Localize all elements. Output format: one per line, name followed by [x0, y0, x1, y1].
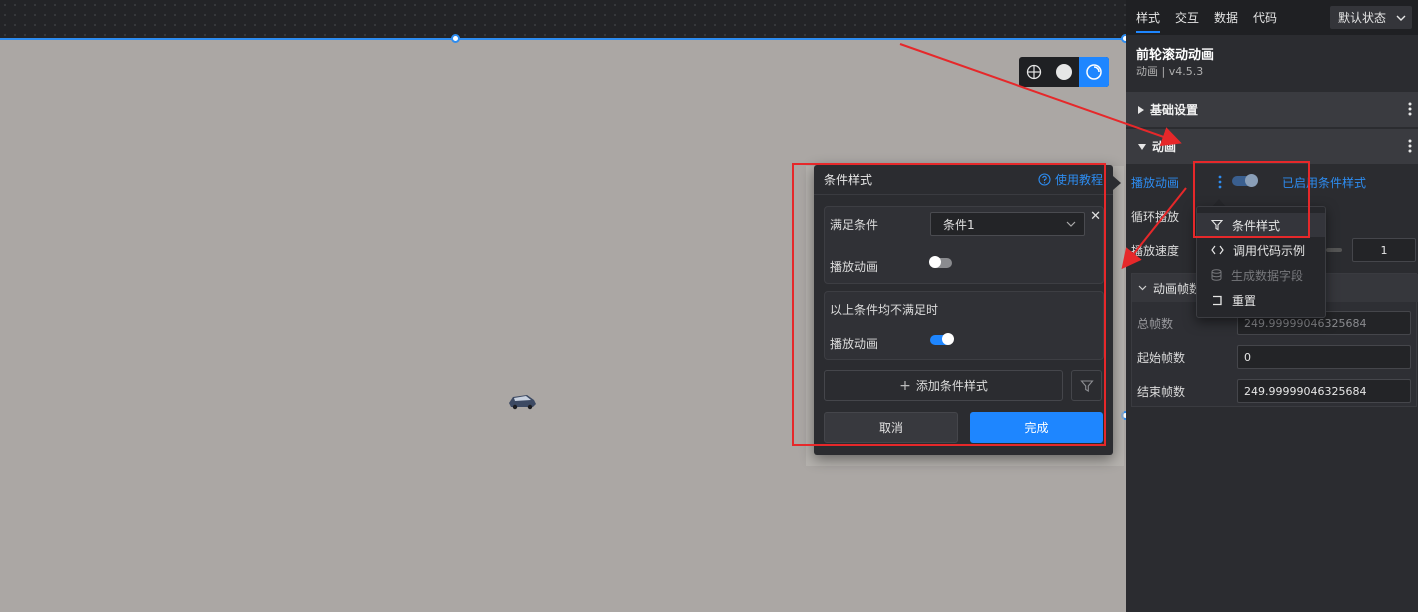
annotation-arrows [899, 43, 1187, 270]
